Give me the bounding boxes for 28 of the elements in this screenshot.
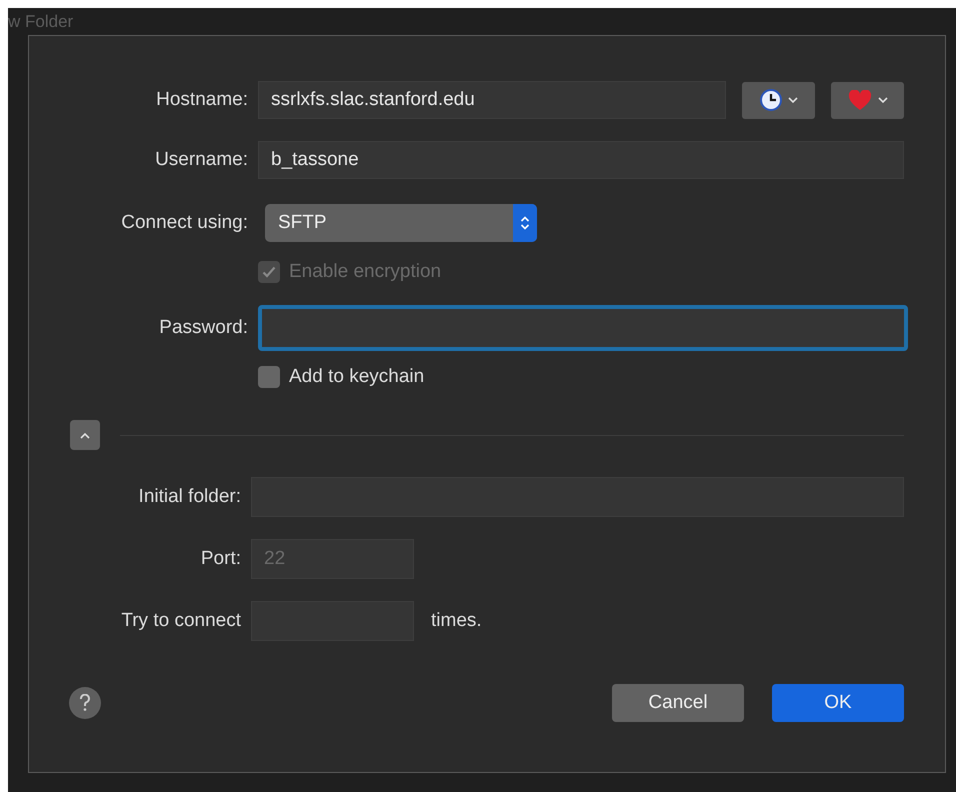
field-label: Connect using: xyxy=(120,212,248,234)
field-label: Try to connect xyxy=(120,610,241,632)
checkbox[interactable]: Add to keychain xyxy=(258,366,424,388)
chevron-up-icon xyxy=(80,432,90,438)
disclosure-button[interactable] xyxy=(70,420,100,450)
heart-icon xyxy=(848,90,872,110)
field-label: Initial folder: xyxy=(138,486,241,508)
field-label: Port: xyxy=(200,548,241,570)
ok-button[interactable]: OK xyxy=(772,684,904,722)
question-mark-icon xyxy=(79,694,91,712)
hostname-field[interactable]: ssrlxfs.slac.stanford.edu xyxy=(258,81,726,119)
field-label: Username: xyxy=(154,149,248,171)
field-suffix: times. xyxy=(431,610,482,632)
password-field[interactable] xyxy=(258,305,908,351)
chevron-down-icon xyxy=(788,96,798,104)
field-label: Hostname: xyxy=(155,89,248,111)
clock-icon xyxy=(760,89,782,111)
checkmark-icon xyxy=(262,266,276,278)
help-button[interactable] xyxy=(69,687,101,719)
history-button[interactable] xyxy=(742,82,815,118)
cancel-button[interactable]: Cancel xyxy=(612,684,744,722)
window-title: w Folder xyxy=(8,11,74,33)
favorites-button[interactable] xyxy=(831,82,904,118)
protocol-select[interactable]: SFTP xyxy=(265,204,537,242)
stepper-icon xyxy=(520,215,530,231)
username-field[interactable]: b_tassone xyxy=(258,141,904,179)
chevron-down-icon xyxy=(878,96,888,104)
field-label: Password: xyxy=(158,317,248,339)
